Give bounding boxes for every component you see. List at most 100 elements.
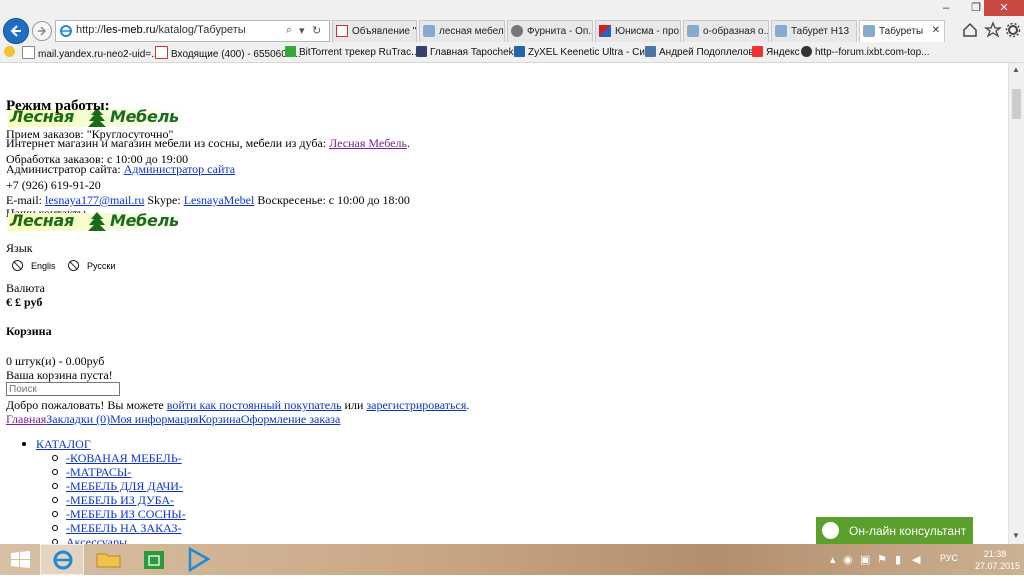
- favorite-mail-yandex[interactable]: mail.yandex.ru-neo2-uid=...: [22, 46, 159, 60]
- back-arrow-icon: [10, 25, 21, 37]
- add-favorite-icon[interactable]: [4, 46, 18, 60]
- category-link[interactable]: Аксессуары: [66, 535, 127, 544]
- nav-my-info[interactable]: Моя информация: [110, 412, 198, 426]
- tab-5[interactable]: о-образная о...: [683, 20, 769, 42]
- admin-line: Администратор сайта: Администратор сайта: [6, 162, 236, 176]
- tab-4[interactable]: Юнисма - про...: [595, 20, 681, 42]
- language-indicator[interactable]: РУС: [940, 553, 958, 563]
- email-link[interactable]: lesnaya177@mail.ru: [45, 193, 144, 207]
- list-item: Аксессуары: [52, 535, 186, 544]
- category-link[interactable]: -МЕБЕЛЬ ИЗ СОСНЫ-: [66, 507, 186, 521]
- lang-english[interactable]: Englis: [12, 260, 56, 271]
- nav-cart[interactable]: Корзина: [198, 412, 240, 426]
- forward-button[interactable]: [32, 21, 52, 41]
- furnita-icon: [511, 25, 523, 37]
- nav-bookmarks[interactable]: Закладки (0): [46, 412, 110, 426]
- category-link[interactable]: -КОВАНАЯ МЕБЕЛЬ-: [66, 451, 182, 465]
- taskbar-media[interactable]: [178, 544, 220, 575]
- search-icon[interactable]: ⌕: [286, 24, 292, 37]
- folder-icon: [96, 553, 121, 568]
- minimize-button[interactable]: –: [932, 0, 960, 16]
- scrollbar-thumb[interactable]: [1012, 89, 1021, 119]
- favorite-yandex[interactable]: Яндекс: [752, 46, 800, 60]
- ie-page-icon: [863, 25, 875, 37]
- tapochek-icon: [416, 46, 427, 57]
- online-consultant-button[interactable]: Он-лайн консультант: [816, 517, 973, 544]
- refresh-icon[interactable]: ↻: [312, 24, 321, 37]
- pine-tree-icon: [88, 212, 106, 231]
- wifi-icon[interactable]: ◉: [843, 553, 853, 566]
- register-link[interactable]: зарегистрироваться: [366, 398, 466, 412]
- back-button[interactable]: [3, 18, 29, 44]
- chevron-down-icon[interactable]: ▾: [299, 24, 305, 37]
- gear-icon[interactable]: [1003, 20, 1023, 40]
- catalog-link[interactable]: КАТАЛОГ: [36, 437, 91, 451]
- volume-icon[interactable]: ◀: [912, 553, 920, 566]
- list-item: -МЕБЕЛЬ ИЗ ДУБА-: [52, 493, 186, 507]
- favorite-ixbt[interactable]: http--forum.ixbt.com-top...: [801, 46, 929, 60]
- skype-link[interactable]: LesnayaMebel: [184, 193, 255, 207]
- top-nav: ГлавнаяЗакладки (0)Моя информацияКорзина…: [6, 412, 340, 427]
- logo-secondary[interactable]: Лесная Мебель: [8, 211, 183, 233]
- favorite-tapochek[interactable]: Главная Tapochek: [416, 46, 514, 60]
- window-close-button[interactable]: ✕: [984, 0, 1024, 16]
- category-link[interactable]: -МЕБЕЛЬ ДЛЯ ДАЧИ-: [66, 479, 183, 493]
- tab-6[interactable]: Табурет Н13: [771, 20, 857, 42]
- currency-selector[interactable]: € £ руб: [6, 295, 42, 310]
- favorite-gmail[interactable]: Входящие (400) - 6550607...: [155, 46, 301, 60]
- cart-heading: Корзина: [6, 324, 52, 338]
- list-item: -МЕБЕЛЬ НА ЗАКАЗ-: [52, 521, 186, 535]
- nav-checkout[interactable]: Оформление заказа: [241, 412, 340, 426]
- nav-home[interactable]: Главная: [6, 412, 46, 426]
- chevron-up-icon[interactable]: ▴: [830, 553, 836, 566]
- category-link[interactable]: -МЕБЕЛЬ ИЗ ДУБА-: [66, 493, 174, 507]
- tab-3[interactable]: Фурнита - Оп...: [507, 20, 593, 42]
- gmail-icon: [155, 46, 168, 59]
- browser-titlebar: http://les-meb.ru/katalog/Табуреты ⌕ ▾ ↻…: [0, 0, 1024, 44]
- flag-icon[interactable]: ⚑: [877, 553, 887, 566]
- search-input[interactable]: [6, 382, 120, 396]
- cart-count: 0 штук(и) - 0.00руб: [6, 354, 105, 368]
- start-button[interactable]: [0, 544, 42, 575]
- address-url[interactable]: http://les-meb.ru/katalog/Табуреты: [76, 24, 246, 36]
- category-link[interactable]: -МЕБЕЛЬ НА ЗАКАЗ-: [66, 521, 181, 535]
- store-icon: [144, 551, 164, 569]
- vk-icon: [645, 46, 656, 57]
- favorite-zyxel[interactable]: ZyXEL Keenetic Ultra - Си...: [514, 46, 653, 60]
- taskbar-explorer[interactable]: [88, 544, 130, 575]
- vertical-scrollbar[interactable]: ▲ ▼: [1008, 63, 1024, 544]
- close-tab-icon[interactable]: ✕: [932, 25, 940, 36]
- scroll-down-icon[interactable]: ▼: [1012, 531, 1020, 540]
- taskbar-store[interactable]: [133, 544, 175, 575]
- language-label: Язык: [6, 241, 33, 255]
- page-content: Лесная Мебель Режим работы: Прием заказо…: [0, 63, 1008, 544]
- network-icon[interactable]: ▣: [860, 553, 870, 566]
- ie-icon: [53, 550, 73, 570]
- tab-7-active[interactable]: Табуреты ✕: [859, 20, 945, 42]
- favorite-rutracker[interactable]: BitTorrent трекер RuTrac...: [285, 46, 419, 60]
- login-link[interactable]: войти как постоянный покупатель: [167, 398, 342, 412]
- lang-russian[interactable]: Русски: [68, 260, 115, 271]
- catalog-sublist: -КОВАНАЯ МЕБЕЛЬ- -МАТРАСЫ- -МЕБЕЛЬ ДЛЯ Д…: [52, 451, 186, 544]
- tab-1[interactable]: Объявление "...: [332, 20, 417, 42]
- ie-page-icon: [775, 25, 787, 37]
- category-link[interactable]: -МАТРАСЫ-: [66, 465, 131, 479]
- home-icon[interactable]: [960, 20, 980, 40]
- ie-page-icon: [423, 25, 435, 37]
- intro-link[interactable]: Лесная Мебель: [329, 136, 407, 150]
- yandex-icon: [752, 46, 763, 57]
- list-item: -КОВАНАЯ МЕБЕЛЬ-: [52, 451, 186, 465]
- tab-2[interactable]: лесная мебел...: [419, 20, 505, 42]
- favorites-star-icon[interactable]: [983, 20, 1003, 40]
- battery-icon[interactable]: ▮: [895, 553, 901, 566]
- broken-image-icon: [12, 260, 23, 271]
- gmail-icon: [336, 25, 348, 37]
- address-bar[interactable]: http://les-meb.ru/katalog/Табуреты ⌕ ▾ ↻: [55, 20, 330, 42]
- torrent-icon: [285, 46, 296, 57]
- taskbar-ie[interactable]: [40, 544, 84, 575]
- clock[interactable]: 21:38 27.07.2015: [975, 548, 1020, 572]
- admin-link[interactable]: Администратор сайта: [124, 162, 235, 176]
- ixbt-icon: [801, 46, 812, 57]
- favorite-vk[interactable]: Андрей Подоплелов: [645, 46, 754, 60]
- scroll-up-icon[interactable]: ▲: [1012, 65, 1020, 74]
